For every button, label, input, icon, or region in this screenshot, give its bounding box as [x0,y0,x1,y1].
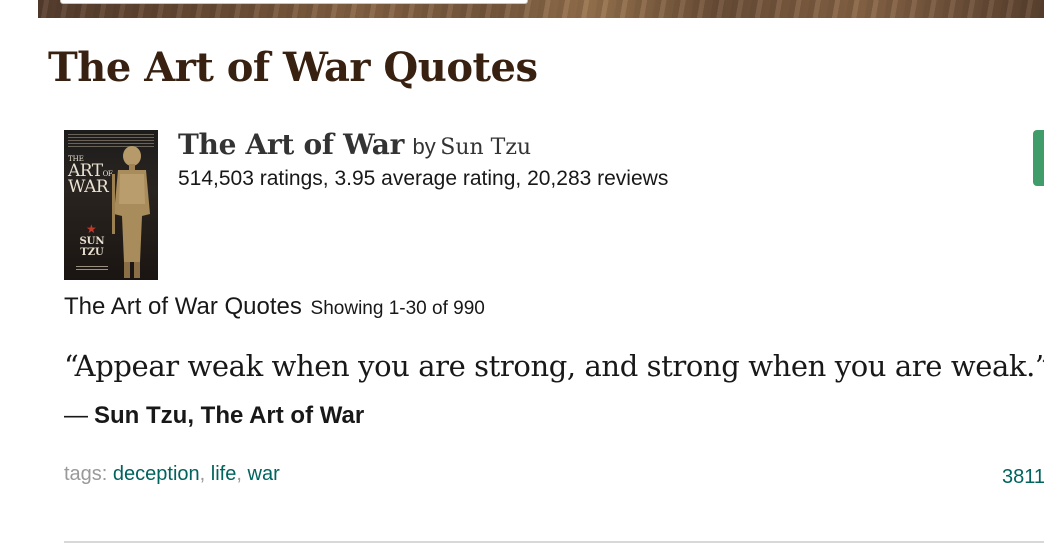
by-label: by [412,134,436,159]
quote-text: “Appear weak when you are strong, and st… [64,349,1044,383]
tag-link-deception[interactable]: deception [113,463,200,485]
book-stats: 514,503 ratings, 3.95 average rating, 20… [178,167,669,190]
book-title-link[interactable]: The Art of War [178,128,404,161]
quote-author-link[interactable]: Sun Tzu, The Art of War [94,402,364,429]
quotes-section-heading: The Art of War Quotes Showing 1-30 of 99… [64,293,485,320]
book-info: The Art of War by Sun Tzu 514,503 rating… [178,128,668,191]
warrior-figure-art [112,146,150,278]
likes-count-link[interactable]: 3811 [1002,466,1044,489]
tag-link-life[interactable]: life [211,463,237,485]
quote-divider [64,541,1044,543]
tags-label: tags: [64,463,108,485]
showing-count: Showing 1-30 of 990 [310,298,485,319]
cover-author-art: SUN TZU [79,236,105,258]
book-cover-image[interactable]: THE ARTOF WAR ★ SUN TZU [64,130,158,280]
author-link[interactable]: Sun Tzu [440,135,531,160]
header-banner [38,0,1044,18]
quote-tags: tags: deception, life, war [64,463,280,485]
quote-attribution: ― Sun Tzu, The Art of War [64,402,365,429]
tag-link-war[interactable]: war [248,463,280,485]
star-icon: ★ [86,222,97,236]
page-title: The Art of War Quotes [48,44,538,91]
search-bar-edge[interactable] [60,0,528,4]
quotes-page: The Art of War Quotes THE ARTOF WAR ★ SU… [0,0,1044,548]
side-action-tab[interactable] [1033,130,1044,186]
